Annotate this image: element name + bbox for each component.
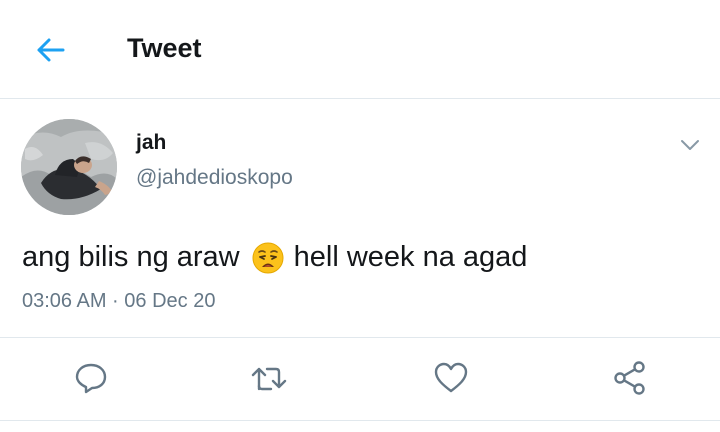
- divider: [0, 337, 720, 338]
- tweet-timestamp[interactable]: 03:06 AM · 06 Dec 20: [22, 290, 215, 313]
- share-button[interactable]: [606, 356, 654, 400]
- retweet-button[interactable]: [245, 356, 293, 400]
- tweet-text-part-1: ang bilis ng araw: [22, 241, 240, 273]
- weary-face-emoji: [252, 242, 284, 273]
- arrow-left-icon: [37, 38, 65, 62]
- retweet-icon: [251, 367, 287, 391]
- avatar[interactable]: [21, 119, 117, 215]
- reply-button[interactable]: [67, 356, 115, 400]
- top-bar: Tweet: [0, 0, 720, 99]
- tweet-text: ang bilis ng araw hell week na agad: [22, 241, 527, 274]
- divider: [0, 420, 720, 421]
- tweet-actions-bar: [0, 350, 720, 406]
- tweet-options-button[interactable]: [676, 132, 704, 158]
- author-handle[interactable]: @jahdedioskopo: [136, 166, 293, 190]
- reply-icon: [75, 363, 107, 394]
- share-icon: [614, 361, 645, 395]
- tweet-text-part-2: hell week na agad: [293, 241, 528, 273]
- like-icon: [434, 362, 468, 393]
- back-button[interactable]: [28, 30, 72, 70]
- page-title: Tweet: [127, 33, 202, 63]
- chevron-down-icon: [681, 140, 699, 150]
- author-display-name[interactable]: jah: [136, 131, 166, 155]
- like-button[interactable]: [427, 356, 475, 400]
